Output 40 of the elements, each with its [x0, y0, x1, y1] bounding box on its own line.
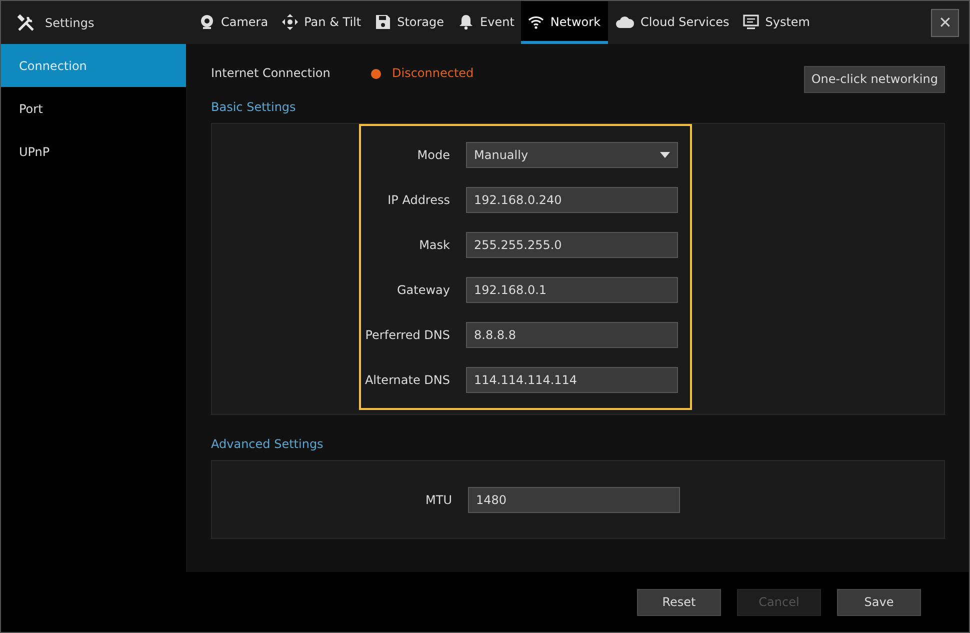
tools-icon	[17, 14, 35, 32]
nav-tab[interactable]: System	[736, 1, 817, 44]
wifi-icon	[528, 14, 544, 30]
connection-label: Internet Connection	[211, 66, 332, 80]
cloud-icon	[614, 15, 635, 29]
field-label: Mode	[417, 148, 450, 162]
sidebar-item[interactable]: UPnP	[1, 130, 186, 173]
field-label: Perferred DNS	[365, 328, 450, 342]
connection-status: Disconnected	[392, 66, 474, 80]
mode-dropdown[interactable]: Manually	[466, 142, 678, 168]
field-label: Alternate DNS	[364, 372, 450, 386]
nav-tab[interactable]: Cloud Services	[608, 1, 736, 44]
section-title: Basic Settings	[211, 100, 297, 114]
settings-title: Settings	[45, 16, 94, 30]
monitor-icon	[743, 14, 760, 30]
nav-tab[interactable]: Storage	[368, 1, 452, 44]
caret-icon	[660, 152, 670, 158]
move-arrows-icon	[282, 14, 298, 30]
input-field[interactable]: 114.114.114.114	[466, 366, 678, 392]
field-label: Mask	[419, 238, 450, 252]
footer-button[interactable]: Reset	[637, 588, 721, 616]
input-field[interactable]: 255.255.255.0	[466, 232, 678, 258]
input-field[interactable]: 1480	[468, 486, 680, 512]
input-field[interactable]: 192.168.0.240	[466, 186, 678, 212]
close-button[interactable]: ✕	[931, 8, 959, 36]
nav-tab[interactable]: Network	[521, 1, 608, 44]
one-click-networking-button[interactable]: One-click networking	[804, 66, 945, 92]
camera-icon	[199, 14, 215, 30]
input-field[interactable]: 192.168.0.1	[466, 276, 678, 302]
field-label: Gateway	[396, 282, 450, 296]
bell-icon	[458, 14, 474, 30]
nav-tab[interactable]: Pan & Tilt	[275, 1, 368, 44]
section-title: Advanced Settings	[211, 437, 324, 451]
field-label: IP Address	[388, 192, 450, 206]
sidebar-item[interactable]: Port	[1, 87, 186, 130]
nav-tab[interactable]: Camera	[192, 1, 276, 44]
nav-tab[interactable]: Event	[451, 1, 522, 44]
footer-button[interactable]: Save	[837, 588, 921, 616]
field-label: MTU	[426, 492, 452, 506]
input-field[interactable]: 8.8.8.8	[466, 322, 678, 348]
